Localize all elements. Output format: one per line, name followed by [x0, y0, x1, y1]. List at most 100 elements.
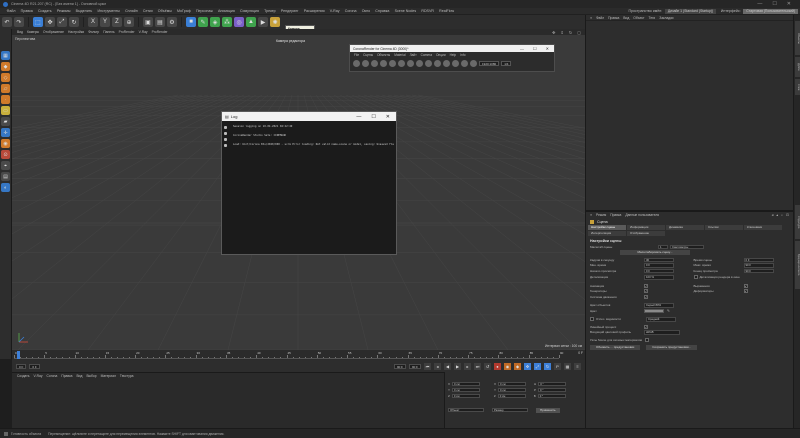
deformer-icon[interactable]: ◎ [234, 17, 244, 27]
light-icon[interactable]: ✺ [270, 17, 280, 27]
tab-layers[interactable]: Слои [795, 79, 800, 95]
load-preset-button[interactable]: Обновить ... предустановки [590, 344, 641, 350]
record-icon[interactable]: ● [494, 362, 501, 370]
corona-ipr-icon[interactable] [362, 60, 369, 67]
max-frame-field[interactable]: 90 F [408, 363, 421, 369]
vp-menu-display[interactable]: Отображение [41, 30, 66, 34]
editor-camera-label[interactable]: Камера редактора [276, 39, 305, 43]
clipping-toggle[interactable] [590, 317, 594, 322]
loop-icon[interactable]: ↺ [484, 362, 491, 370]
om-menu-tags[interactable]: Теги [647, 16, 658, 20]
pan-icon[interactable]: ✥ [552, 30, 555, 35]
tab-objects[interactable]: Объекты [795, 21, 800, 55]
corona-menu-material[interactable]: Material [392, 53, 407, 57]
corona-close-button[interactable]: ✕ [546, 46, 549, 51]
material-manager[interactable]: Создать V-Ray Corona Правка Вид Выбор Ма… [12, 372, 444, 428]
undo-icon[interactable]: ↶ [2, 17, 12, 27]
tab-content-browser[interactable]: Браузер контента [795, 241, 800, 289]
min-time-field[interactable]: 0 F [644, 263, 674, 268]
pos-x-field[interactable]: 0 см [452, 381, 481, 387]
viewport-solo-icon[interactable]: ◐ [1, 183, 10, 192]
menu-extensions[interactable]: Расширения [301, 9, 327, 13]
go-to-end-icon[interactable]: ⏭ [474, 362, 481, 370]
object-color-select[interactable]: Серый 80% [644, 303, 674, 308]
animation-checkbox[interactable]: ✓ [644, 283, 648, 288]
axis-y-icon[interactable]: Y [100, 17, 110, 27]
am-back-icon[interactable]: ◂ [772, 213, 774, 217]
play-icon[interactable]: ▶ [454, 362, 461, 370]
scale-tool-icon[interactable]: ⤢ [57, 17, 67, 27]
corona-menu-help[interactable]: Help [448, 53, 459, 57]
size-y-field[interactable]: 0 см [498, 387, 527, 393]
pos-z-field[interactable]: 0 см [451, 393, 480, 399]
corona-history-icon[interactable] [407, 60, 414, 67]
render-view-icon[interactable]: ▣ [143, 17, 153, 27]
vp-menu-prorender[interactable]: ProRender [117, 30, 137, 34]
eyedropper-icon[interactable]: ✎ [667, 309, 670, 313]
next-key-icon[interactable]: ▸ [464, 362, 471, 370]
corona-menu-options[interactable]: Опции [434, 53, 448, 57]
corona-menu-light[interactable]: Лайт [408, 53, 419, 57]
attribute-manager[interactable]: ≡ Режим Правка Данные пользователя ◂ ▴ ⌕… [585, 210, 793, 428]
linear-workflow-checkbox[interactable]: ✓ [644, 324, 648, 329]
coordinate-system-icon[interactable]: ⊕ [124, 17, 134, 27]
am-menu-mode[interactable]: Режим [594, 213, 608, 217]
project-scale-unit-select[interactable]: Сантиметры [670, 244, 704, 249]
preview-end-field[interactable]: 90 F [743, 268, 774, 273]
axis-x-icon[interactable]: X [88, 17, 98, 27]
mat-menu-material[interactable]: Материал [99, 374, 118, 378]
rotate-tool-icon[interactable]: ↻ [69, 17, 79, 27]
apply-button[interactable]: Применить [536, 407, 560, 413]
menu-tracker[interactable]: Трекер [261, 9, 278, 13]
axis-mode-icon[interactable]: ✛ [1, 128, 10, 137]
input-color-profile-select[interactable]: sRGB [644, 330, 680, 335]
zoom-icon[interactable]: ⇕ [561, 30, 564, 35]
menu-render[interactable]: Рендеринг [278, 9, 301, 13]
array-icon[interactable]: ⁂ [222, 17, 232, 27]
am-tab-display[interactable]: Отображение [627, 231, 665, 236]
am-list-icon[interactable]: ≡ [590, 213, 592, 217]
go-to-start-icon[interactable]: ⏮ [424, 362, 431, 370]
pos-y-field[interactable]: 0 см [452, 387, 481, 393]
corona-menu-objects[interactable]: Объекты [375, 53, 392, 57]
vp-menu-panel[interactable]: Панель [101, 30, 116, 34]
rot-h-field[interactable]: 0 ° [538, 381, 567, 387]
corona-maximize-button[interactable]: ☐ [533, 46, 537, 51]
menu-vray[interactable]: V-Ray [327, 9, 342, 13]
corona-menu-camera[interactable]: Camera [419, 53, 434, 57]
timeline-ruler[interactable]: 0 5 10 15 20 25 30 35 40 45 50 55 60 65 70 75 80 85 90 [14, 351, 563, 359]
solo-mode-icon[interactable]: ⊙ [1, 150, 10, 159]
edges-mode-icon[interactable]: ▭ [1, 106, 10, 115]
keyframe-selection-icon[interactable]: ◆ [514, 362, 521, 370]
snap-icon[interactable]: ⌖ [1, 161, 10, 170]
project-scale-field[interactable]: 1 [658, 244, 668, 249]
corona-stop-icon[interactable] [371, 60, 378, 67]
vp-menu-filter[interactable]: Фильтр [86, 30, 101, 34]
om-menu-edit[interactable]: Правка [606, 16, 621, 20]
deformers-checkbox[interactable]: ✓ [743, 289, 748, 294]
mat-menu-vray[interactable]: V-Ray [32, 374, 45, 378]
am-tab-interpolation[interactable]: Интерполяция [588, 231, 626, 236]
size-z-field[interactable]: 0 см [497, 393, 526, 399]
corona-resolution-field[interactable]: 1920:1080 [479, 61, 500, 66]
menu-spline[interactable]: Сплайн [122, 9, 140, 13]
generators-checkbox[interactable]: ✓ [644, 289, 648, 294]
redo-icon[interactable]: ↷ [14, 17, 24, 27]
vp-menu-view[interactable]: Вид [15, 30, 25, 34]
subdivision-icon[interactable]: ◈ [210, 17, 220, 27]
log-save-icon[interactable] [224, 144, 227, 147]
start-frame-field[interactable]: 0 F [16, 363, 27, 369]
om-menu-file[interactable]: Файл [594, 16, 606, 20]
environment-icon[interactable]: ▲ [246, 17, 256, 27]
am-menu-userdata[interactable]: Данные пользователя [623, 213, 661, 217]
minimize-button[interactable]: — [757, 1, 762, 7]
pen-tool-icon[interactable]: ✎ [198, 17, 208, 27]
save-preset-button[interactable]: Сохранить предустановки... [646, 344, 698, 350]
am-up-icon[interactable]: ▴ [776, 213, 778, 217]
project-time-field[interactable]: 0 F [743, 257, 774, 262]
corona-render-icon[interactable] [353, 60, 360, 67]
log-close-button[interactable]: ✕ [386, 114, 390, 120]
mat-menu-texture[interactable]: Текстура [118, 374, 136, 378]
corona-post-icon[interactable] [461, 60, 468, 67]
menu-edit[interactable]: Правка [18, 9, 35, 13]
